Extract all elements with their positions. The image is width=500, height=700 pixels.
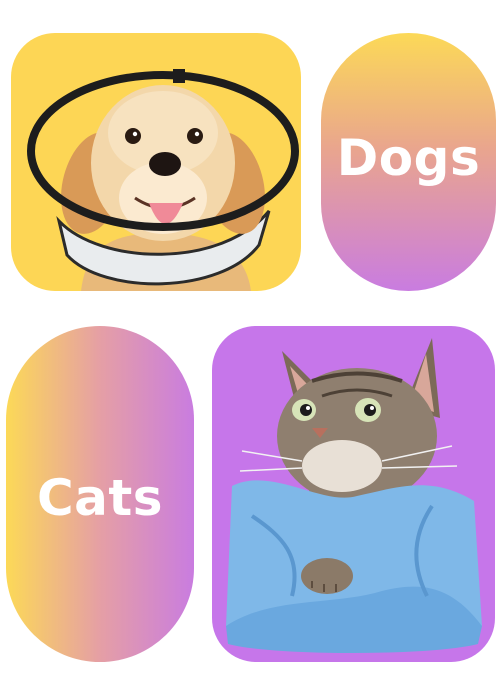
cats-category-button[interactable]: Cats [6, 326, 194, 662]
cat-photo-tile[interactable] [212, 326, 495, 662]
cat-in-towel-image [226, 338, 482, 653]
category-collage: Dogs Cats [0, 0, 500, 700]
dogs-category-button[interactable]: Dogs [321, 33, 496, 291]
cats-label: Cats [36, 469, 164, 527]
dog-with-cone-image [27, 69, 299, 291]
dog-photo-tile[interactable] [11, 33, 301, 291]
dogs-label: Dogs [336, 129, 481, 187]
